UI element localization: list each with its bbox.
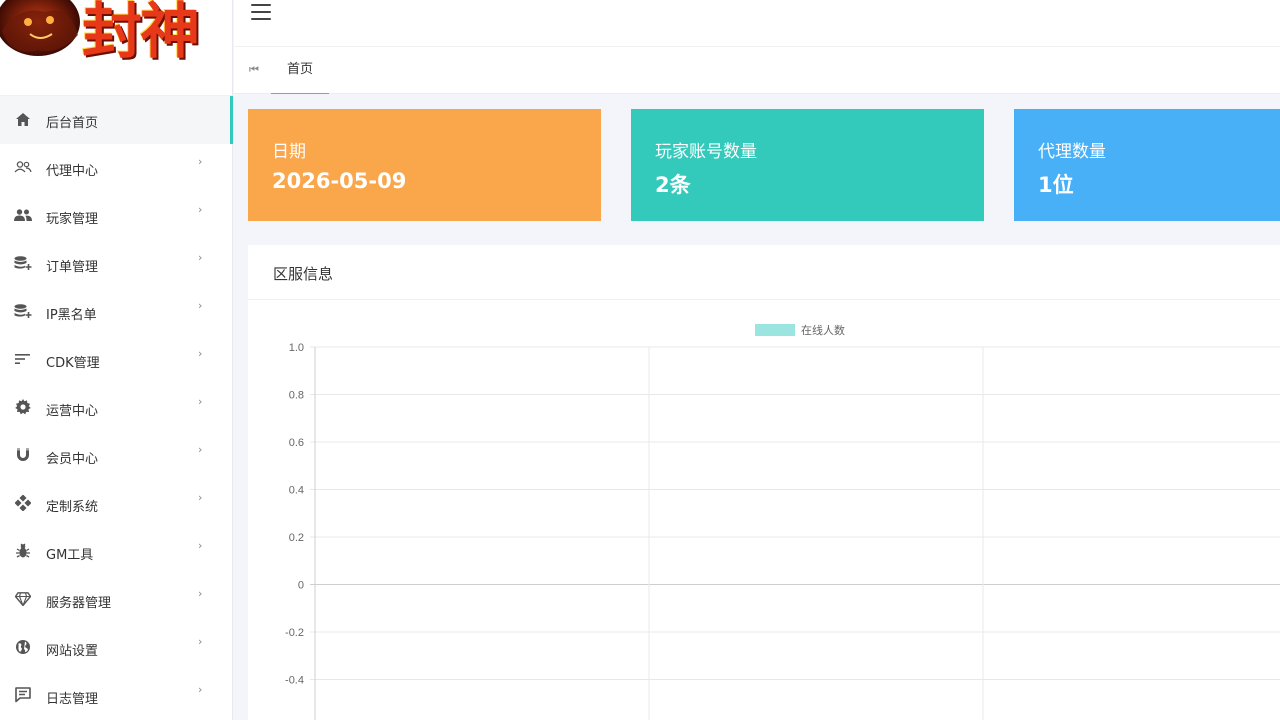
skip-back-icon[interactable]: ⏮ bbox=[249, 63, 259, 77]
chevron-right-icon: › bbox=[198, 203, 203, 216]
chevron-right-icon: › bbox=[198, 683, 203, 696]
chevron-right-icon: › bbox=[198, 635, 203, 648]
magnet-icon bbox=[14, 446, 32, 464]
sidebar-item-label: 运营中心 bbox=[46, 404, 99, 419]
tab-home[interactable]: 首页 bbox=[271, 47, 329, 94]
stat-card-player-accounts: 玩家账号数量 2条 bbox=[631, 109, 984, 221]
users-outline-icon bbox=[14, 158, 32, 176]
stat-card-date: 日期 2026-05-09 bbox=[248, 109, 601, 221]
sidebar-item-cdk[interactable]: CDK管理 › bbox=[0, 336, 233, 384]
chevron-right-icon: › bbox=[198, 347, 203, 360]
topbar bbox=[234, 0, 1280, 47]
panel-title: 区服信息 bbox=[273, 265, 334, 283]
chart-y-tick-label: 0.2 bbox=[289, 532, 304, 544]
chart-legend-label: 在线人数 bbox=[801, 323, 845, 337]
stat-card-title: 代理数量 bbox=[1038, 142, 1106, 162]
sort-lines-icon bbox=[14, 350, 32, 368]
sidebar-item-label: 定制系统 bbox=[46, 500, 99, 515]
sidebar-menu: 后台首页 代理中心 › 玩家管理 › 订单管理 › IP黑名单 › CDK管理 … bbox=[0, 96, 233, 720]
panel-header: 区服信息 bbox=[248, 245, 1280, 300]
sidebar-item-label: 玩家管理 bbox=[46, 212, 99, 227]
sidebar-item-members[interactable]: 会员中心 › bbox=[0, 432, 233, 480]
chevron-right-icon: › bbox=[198, 491, 203, 504]
gear-icon bbox=[14, 398, 32, 416]
diamond-icon bbox=[14, 590, 32, 608]
sidebar-item-home[interactable]: 后台首页 bbox=[0, 96, 233, 144]
tab-bar: ⏮ 首页 bbox=[234, 47, 1280, 94]
stat-card-title: 日期 bbox=[272, 142, 306, 162]
sidebar-item-logs[interactable]: 日志管理 › bbox=[0, 672, 233, 720]
sidebar-item-label: 日志管理 bbox=[46, 692, 99, 707]
chart-y-tick-label: -0.2 bbox=[285, 627, 304, 639]
sidebar-item-agent[interactable]: 代理中心 › bbox=[0, 144, 233, 192]
sidebar-item-label: 代理中心 bbox=[46, 164, 99, 179]
chart-y-tick-label: 0.8 bbox=[289, 390, 304, 402]
logo-text: 封神 bbox=[82, 0, 200, 67]
chart-y-tick-label: 0 bbox=[298, 580, 304, 592]
sidebar-item-label: 会员中心 bbox=[46, 452, 99, 467]
stat-card-value: 1位 bbox=[1038, 173, 1074, 197]
sidebar-item-orders[interactable]: 订单管理 › bbox=[0, 240, 233, 288]
chevron-right-icon: › bbox=[198, 587, 203, 600]
chevron-right-icon: › bbox=[198, 443, 203, 456]
home-icon bbox=[14, 110, 32, 128]
chevron-right-icon: › bbox=[198, 299, 203, 312]
chart-y-tick-label: 1.0 bbox=[289, 342, 304, 354]
sidebar: 封神 后台首页 代理中心 › 玩家管理 › 订单管理 › IP黑名单 › CDK… bbox=[0, 0, 233, 720]
gamepad-icon bbox=[14, 494, 32, 512]
database-plus-icon bbox=[14, 254, 32, 272]
comment-icon bbox=[14, 686, 32, 704]
chart-y-tick-label: 0.4 bbox=[289, 485, 304, 497]
server-info-panel: 区服信息 1.0 0.8 0.6 0.4 0.2 0 -0.2 -0.4 在线人数 bbox=[248, 245, 1280, 720]
bug-icon bbox=[14, 542, 32, 560]
sidebar-item-gm-tools[interactable]: GM工具 › bbox=[0, 528, 233, 576]
sidebar-item-label: 后台首页 bbox=[46, 116, 99, 131]
stat-card-value: 2条 bbox=[655, 173, 691, 197]
globe-icon bbox=[14, 638, 32, 656]
users-icon bbox=[14, 206, 32, 224]
menu-toggle-icon[interactable] bbox=[251, 4, 271, 20]
sidebar-item-operations[interactable]: 运营中心 › bbox=[0, 384, 233, 432]
chart-svg: 1.0 0.8 0.6 0.4 0.2 0 -0.2 -0.4 在线人数 bbox=[285, 323, 1280, 720]
stat-card-value: 2026-05-09 bbox=[272, 169, 407, 193]
chevron-right-icon: › bbox=[198, 539, 203, 552]
logo[interactable]: 封神 bbox=[0, 0, 232, 96]
chart-y-tick-label: -0.4 bbox=[285, 675, 304, 687]
sidebar-item-ip-blacklist[interactable]: IP黑名单 › bbox=[0, 288, 233, 336]
chart-y-tick-label: 0.6 bbox=[289, 437, 304, 449]
chevron-right-icon: › bbox=[198, 155, 203, 168]
chart-legend-swatch bbox=[755, 324, 795, 336]
stat-card-agents: 代理数量 1位 bbox=[1014, 109, 1280, 221]
database-plus-icon bbox=[14, 302, 32, 320]
sidebar-item-custom-system[interactable]: 定制系统 › bbox=[0, 480, 233, 528]
chevron-right-icon: › bbox=[198, 251, 203, 264]
sidebar-item-label: 网站设置 bbox=[46, 644, 99, 659]
sidebar-item-site-settings[interactable]: 网站设置 › bbox=[0, 624, 233, 672]
sidebar-item-label: CDK管理 bbox=[46, 356, 100, 371]
sidebar-item-label: IP黑名单 bbox=[46, 308, 97, 323]
sidebar-item-label: 订单管理 bbox=[46, 260, 99, 275]
online-chart: 1.0 0.8 0.6 0.4 0.2 0 -0.2 -0.4 在线人数 bbox=[248, 300, 1280, 720]
sidebar-item-label: 服务器管理 bbox=[46, 596, 112, 611]
sidebar-item-players[interactable]: 玩家管理 › bbox=[0, 192, 233, 240]
chevron-right-icon: › bbox=[198, 395, 203, 408]
sidebar-item-servers[interactable]: 服务器管理 › bbox=[0, 576, 233, 624]
sidebar-item-label: GM工具 bbox=[46, 548, 94, 563]
stat-card-title: 玩家账号数量 bbox=[655, 142, 757, 162]
